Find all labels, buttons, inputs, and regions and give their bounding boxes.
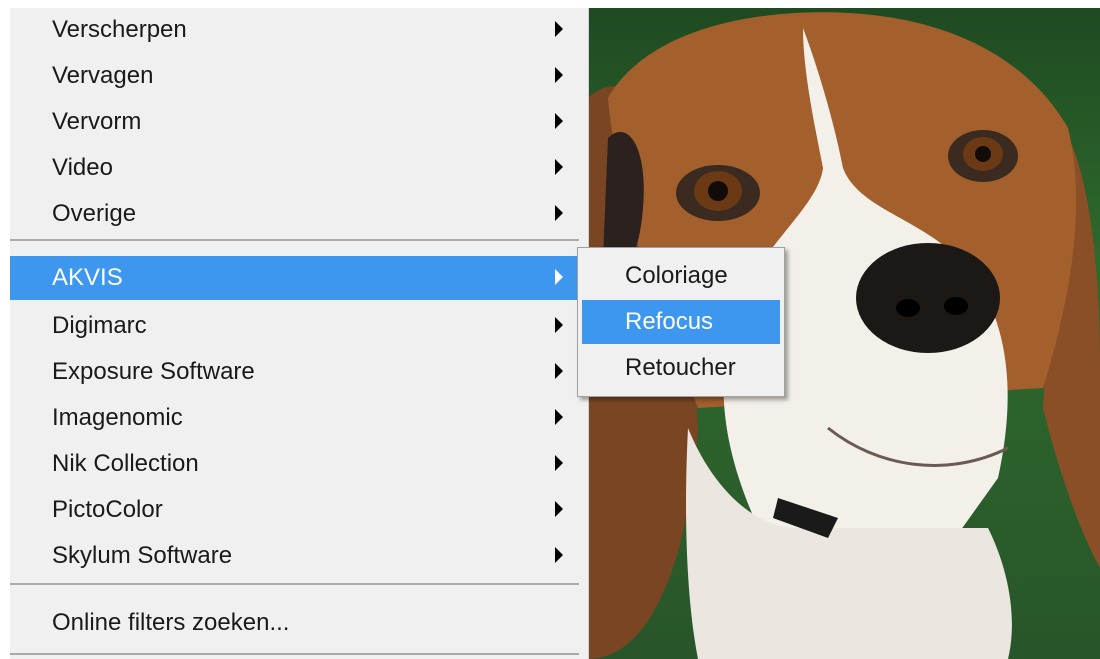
submenu-arrow-icon: [555, 409, 563, 425]
submenu-arrow-icon: [555, 269, 563, 285]
submenu-arrow-icon: [555, 21, 563, 37]
menu-item-overige[interactable]: Overige: [10, 192, 587, 236]
submenu-arrow-icon: [555, 317, 563, 333]
menu-item-vervagen[interactable]: Vervagen: [10, 54, 587, 98]
menu-item-online-filters-zoeken[interactable]: Online filters zoeken...: [10, 601, 587, 645]
submenu-arrow-icon: [555, 363, 563, 379]
menu-separator: [10, 239, 579, 241]
menu-separator: [10, 583, 579, 585]
menu-item-imagenomic[interactable]: Imagenomic: [10, 396, 587, 440]
menu-item-skylum-software[interactable]: Skylum Software: [10, 534, 587, 578]
menu-item-label: Exposure Software: [52, 358, 255, 385]
menu-item-label: Nik Collection: [52, 450, 199, 477]
menu-item-label: PictoColor: [52, 496, 163, 523]
submenu-item-label: Refocus: [625, 308, 714, 335]
menu-item-video[interactable]: Video: [10, 146, 587, 190]
submenu-arrow-icon: [555, 455, 563, 471]
submenu-item-label: Coloriage: [625, 262, 728, 289]
menu-item-label: Video: [52, 154, 113, 181]
menu-item-label: Overige: [52, 200, 137, 227]
submenu-arrow-icon: [555, 113, 563, 129]
akvis-submenu: Coloriage Refocus Retoucher: [577, 247, 785, 397]
menu-item-label: Online filters zoeken...: [52, 609, 290, 636]
menu-item-label: AKVIS: [52, 264, 123, 291]
menu-item-label: Digimarc: [52, 312, 147, 339]
menu-item-label: Vervagen: [52, 62, 154, 89]
submenu-arrow-icon: [555, 159, 563, 175]
filter-menu: Verscherpen Vervagen Vervorm Video Overi…: [10, 8, 589, 659]
menu-item-label: Verscherpen: [52, 16, 187, 43]
submenu-arrow-icon: [555, 67, 563, 83]
menu-item-digimarc[interactable]: Digimarc: [10, 304, 587, 348]
menu-item-verscherpen[interactable]: Verscherpen: [10, 8, 587, 52]
submenu-arrow-icon: [555, 205, 563, 221]
menu-item-label: Skylum Software: [52, 542, 233, 569]
menu-item-nik-collection[interactable]: Nik Collection: [10, 442, 587, 486]
submenu-arrow-icon: [555, 501, 563, 517]
submenu-item-coloriage[interactable]: Coloriage: [582, 254, 780, 298]
menu-item-vervorm[interactable]: Vervorm: [10, 100, 587, 144]
submenu-item-label: Retoucher: [625, 354, 736, 381]
submenu-arrow-icon: [555, 547, 563, 563]
menu-item-pictocolor[interactable]: PictoColor: [10, 488, 587, 532]
menu-separator: [10, 653, 579, 655]
menu-item-akvis[interactable]: AKVIS: [10, 256, 587, 300]
submenu-item-retoucher[interactable]: Retoucher: [582, 346, 780, 390]
menu-item-exposure-software[interactable]: Exposure Software: [10, 350, 587, 394]
submenu-item-refocus[interactable]: Refocus: [582, 300, 780, 344]
menu-item-label: Imagenomic: [52, 404, 183, 431]
menu-item-label: Vervorm: [52, 108, 142, 135]
